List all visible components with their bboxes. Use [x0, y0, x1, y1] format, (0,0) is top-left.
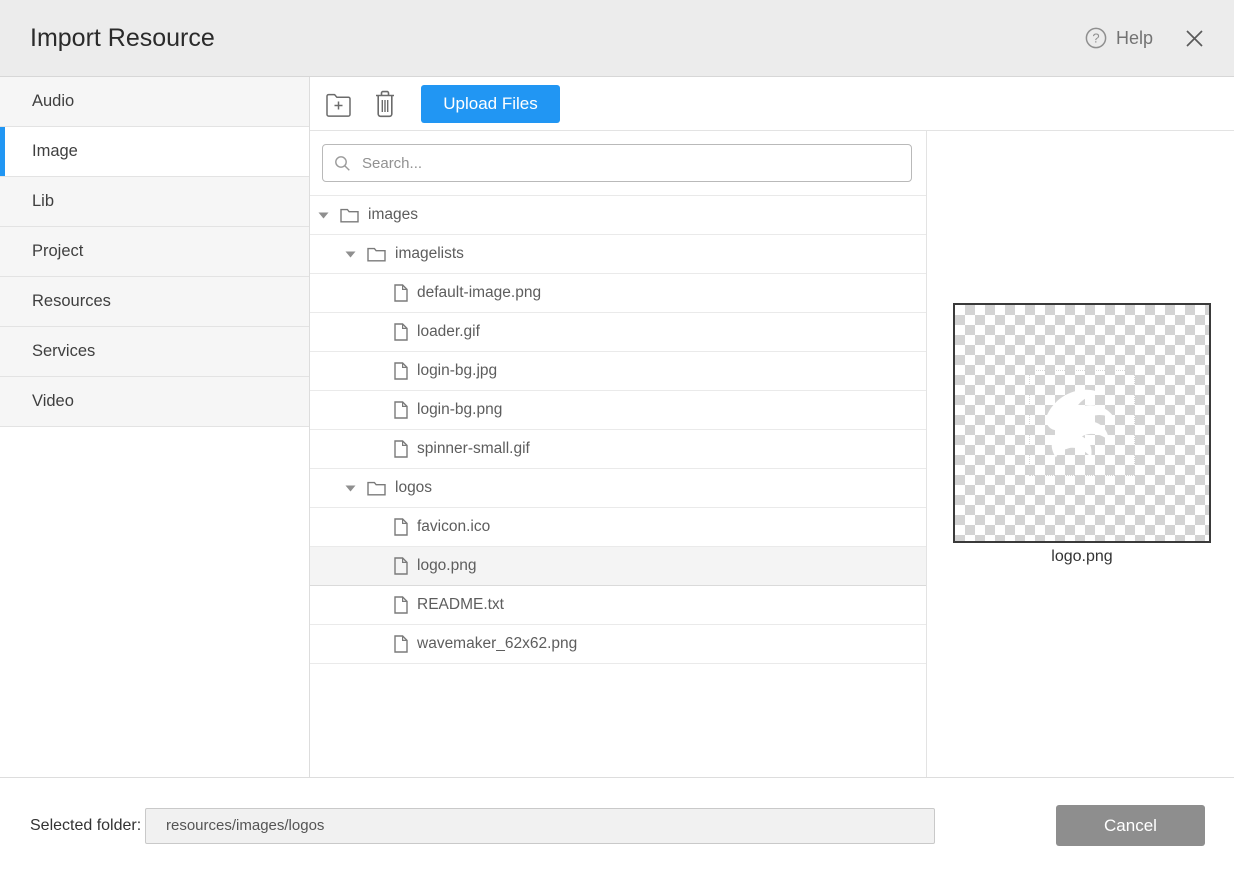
preview-wrap: logo.png: [953, 303, 1211, 566]
sidebar-item-label: Project: [32, 242, 83, 261]
resource-type-sidebar: Audio Image Lib Project Resources Servic…: [0, 77, 310, 777]
folder-icon: [367, 481, 386, 496]
search-input[interactable]: [360, 154, 901, 173]
svg-text:?: ?: [1092, 31, 1099, 46]
toolbar: Upload Files: [310, 77, 1234, 131]
file-tree-panel: images imagelists default-image.png: [310, 131, 926, 777]
tree-row-spinner-small-gif[interactable]: spinner-small.gif: [310, 430, 926, 469]
close-button[interactable]: [1183, 27, 1206, 50]
sidebar-item-audio[interactable]: Audio: [0, 77, 309, 127]
tree-row-login-bg-png[interactable]: login-bg.png: [310, 391, 926, 430]
import-resource-dialog: Import Resource ? Help: [0, 0, 1234, 873]
tree-row-loader-gif[interactable]: loader.gif: [310, 313, 926, 352]
tree-node-label: README.txt: [417, 596, 504, 614]
sidebar-item-lib[interactable]: Lib: [0, 177, 309, 227]
sidebar-item-label: Resources: [32, 292, 111, 311]
file-icon: [394, 518, 408, 536]
selected-folder-input[interactable]: [145, 808, 935, 844]
tree-node-label: images: [368, 206, 418, 224]
file-icon: [394, 284, 408, 302]
tree-row-imagelists[interactable]: imagelists: [310, 235, 926, 274]
sidebar-item-image[interactable]: Image: [0, 127, 309, 177]
folder-icon: [367, 247, 386, 262]
new-folder-button[interactable]: [322, 87, 355, 121]
cancel-button[interactable]: Cancel: [1056, 805, 1205, 846]
folder-plus-icon: [324, 89, 353, 119]
dialog-header: Import Resource ? Help: [0, 0, 1234, 77]
tree-row-logo-png[interactable]: logo.png: [310, 547, 926, 586]
wavemaker-logo-image: [1036, 380, 1128, 467]
preview-filename: logo.png: [953, 548, 1211, 566]
page-title: Import Resource: [30, 24, 215, 53]
folder-icon: [340, 208, 359, 223]
help-button[interactable]: ? Help: [1085, 27, 1153, 49]
sidebar-item-video[interactable]: Video: [0, 377, 309, 427]
tree-node-label: default-image.png: [417, 284, 541, 302]
sidebar-item-project[interactable]: Project: [0, 227, 309, 277]
tree-node-label: loader.gif: [417, 323, 480, 341]
tree-row-images[interactable]: images: [310, 196, 926, 235]
chevron-down-icon[interactable]: [318, 212, 329, 219]
tree-row-logos[interactable]: logos: [310, 469, 926, 508]
sidebar-item-label: Image: [32, 142, 78, 161]
sidebar-item-label: Video: [32, 392, 74, 411]
tree-row-favicon-ico[interactable]: favicon.ico: [310, 508, 926, 547]
tree-node-label: logo.png: [417, 557, 476, 575]
tree-node-label: wavemaker_62x62.png: [417, 635, 577, 653]
file-icon: [394, 557, 408, 575]
help-label: Help: [1116, 28, 1153, 49]
tree-node-label: imagelists: [395, 245, 464, 263]
trash-icon: [373, 88, 397, 120]
tree-node-label: favicon.ico: [417, 518, 490, 536]
file-icon: [394, 401, 408, 419]
sidebar-item-services[interactable]: Services: [0, 327, 309, 377]
close-icon: [1185, 29, 1204, 48]
file-tree: images imagelists default-image.png: [310, 196, 926, 777]
file-icon: [394, 440, 408, 458]
image-preview: [953, 303, 1211, 543]
chevron-down-icon[interactable]: [345, 485, 356, 492]
sidebar-item-label: Audio: [32, 92, 74, 111]
tree-node-label: login-bg.jpg: [417, 362, 497, 380]
tree-node-label: logos: [395, 479, 432, 497]
chevron-down-icon[interactable]: [345, 251, 356, 258]
tree-row-wavemaker-62x62-png[interactable]: wavemaker_62x62.png: [310, 625, 926, 664]
file-icon: [394, 596, 408, 614]
selected-folder-label: Selected folder:: [30, 817, 145, 835]
delete-button[interactable]: [371, 86, 399, 122]
search-row: [310, 131, 926, 196]
tree-node-label: spinner-small.gif: [417, 440, 530, 458]
sidebar-item-label: Services: [32, 342, 95, 361]
file-icon: [394, 635, 408, 653]
upload-files-button[interactable]: Upload Files: [421, 85, 560, 123]
dialog-body: Audio Image Lib Project Resources Servic…: [0, 77, 1234, 777]
sidebar-item-label: Lib: [32, 192, 54, 211]
help-icon: ?: [1085, 27, 1107, 49]
sidebar-item-resources[interactable]: Resources: [0, 277, 309, 327]
tree-row-login-bg-jpg[interactable]: login-bg.jpg: [310, 352, 926, 391]
preview-panel: logo.png: [926, 131, 1234, 777]
tree-row-default-image-png[interactable]: default-image.png: [310, 274, 926, 313]
tree-row-readme-txt[interactable]: README.txt: [310, 586, 926, 625]
dialog-footer: Selected folder: Cancel: [0, 777, 1234, 873]
header-actions: ? Help: [1085, 27, 1206, 50]
tree-node-label: login-bg.png: [417, 401, 502, 419]
file-icon: [394, 362, 408, 380]
search-icon: [334, 155, 351, 172]
file-icon: [394, 323, 408, 341]
search-box: [322, 144, 912, 182]
main-panel: Upload Files: [310, 77, 1234, 777]
content-area: images imagelists default-image.png: [310, 131, 1234, 777]
